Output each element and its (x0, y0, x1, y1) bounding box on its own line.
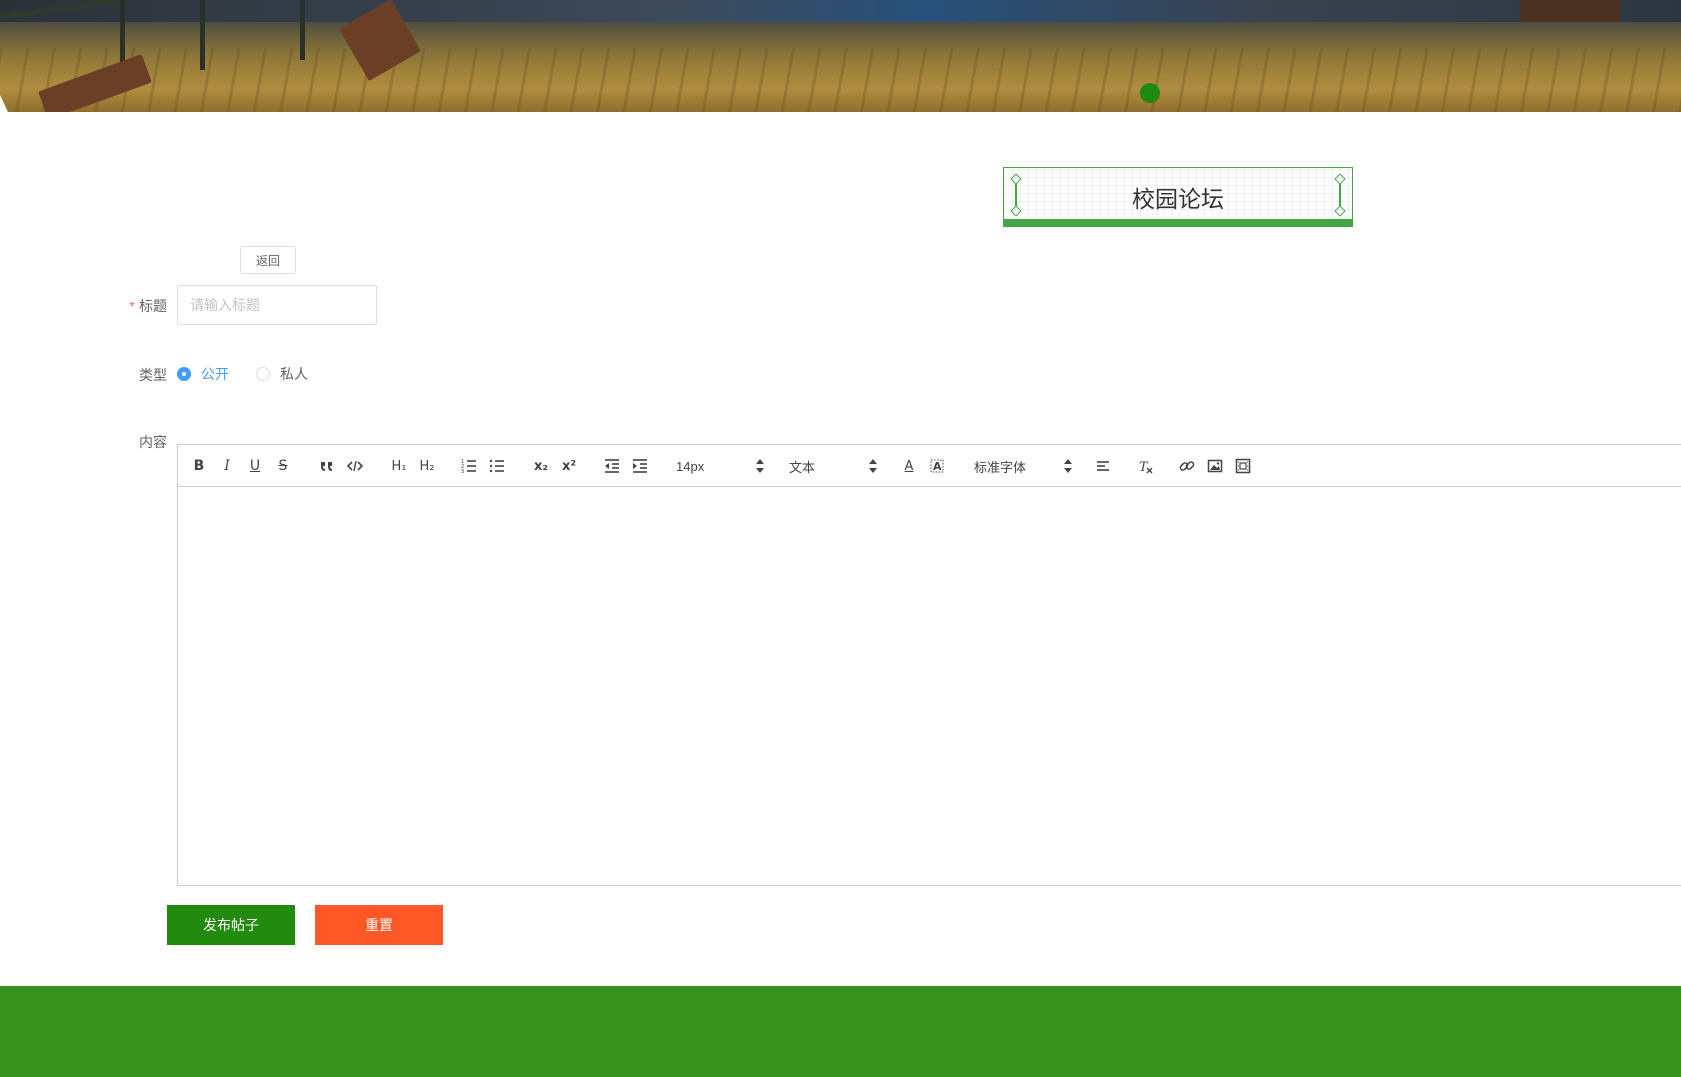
video-icon[interactable] (1232, 456, 1254, 476)
strike-icon[interactable]: S (272, 456, 294, 476)
banner-bench (1520, 0, 1620, 22)
rich-text-editor: B I U S H₁ H₂ 123 x₂ x² 14px 文本 A A 标准字体… (177, 444, 1681, 886)
radio-circle-icon (177, 367, 191, 381)
editor-toolbar: B I U S H₁ H₂ 123 x₂ x² 14px 文本 A A 标准字体… (178, 445, 1681, 487)
align-icon[interactable] (1092, 456, 1114, 476)
svg-text:3: 3 (461, 469, 464, 475)
back-button[interactable]: 返回 (240, 246, 296, 274)
select-arrow-icon (756, 459, 764, 473)
select-arrow-icon (1064, 459, 1072, 473)
subscript-icon[interactable]: x₂ (530, 456, 552, 476)
title-underline (1004, 219, 1352, 226)
title-input[interactable] (177, 285, 377, 325)
title-label: * 标题 (97, 296, 167, 316)
image-icon[interactable] (1204, 456, 1226, 476)
carousel-indicator[interactable] (1140, 83, 1160, 103)
page-footer (0, 986, 1681, 1077)
bold-icon[interactable]: B (188, 456, 210, 476)
banner-image (0, 0, 1681, 112)
radio-public[interactable]: 公开 (177, 364, 229, 384)
banner-post (200, 0, 205, 70)
site-title-box: 校园论坛 (1003, 167, 1353, 227)
underline-icon[interactable]: U (244, 456, 266, 476)
banner-corner (0, 95, 8, 112)
indent-icon[interactable] (629, 456, 651, 476)
superscript-icon[interactable]: x² (558, 456, 580, 476)
bullet-list-icon[interactable] (486, 456, 508, 476)
clear-format-icon[interactable]: T (1134, 456, 1156, 476)
editor-content-area[interactable] (178, 487, 1681, 885)
background-color-icon[interactable]: A (926, 456, 948, 476)
title-label-text: 标题 (139, 298, 167, 314)
reset-button[interactable]: 重置 (315, 905, 443, 945)
banner-ground (0, 48, 1681, 112)
radio-public-label: 公开 (201, 366, 229, 382)
h1-icon[interactable]: H₁ (388, 456, 410, 476)
header-select-value: 文本 (789, 459, 816, 475)
type-label: 类型 (139, 367, 167, 383)
ordered-list-icon[interactable]: 123 (458, 456, 480, 476)
outdent-icon[interactable] (601, 456, 623, 476)
font-family-value: 标准字体 (974, 459, 1027, 475)
font-color-icon[interactable]: A (898, 456, 920, 476)
required-mark: * (129, 298, 135, 314)
banner-post (300, 0, 305, 60)
banner-sky (0, 0, 1681, 22)
blockquote-icon[interactable] (316, 456, 338, 476)
font-family-select[interactable]: 标准字体 (974, 456, 1072, 476)
page-title: 校园论坛 (1132, 186, 1224, 212)
header-select[interactable]: 文本 (789, 456, 877, 476)
content-label: 内容 (139, 434, 167, 450)
font-size-select[interactable]: 14px (676, 456, 764, 476)
select-arrow-icon (869, 459, 877, 473)
font-size-value: 14px (676, 458, 705, 474)
radio-private-label: 私人 (280, 366, 308, 382)
h2-icon[interactable]: H₂ (416, 456, 438, 476)
code-block-icon[interactable] (344, 456, 366, 476)
radio-circle-icon (256, 367, 270, 381)
svg-text:A: A (933, 460, 942, 473)
link-icon[interactable] (1176, 456, 1198, 476)
radio-private[interactable]: 私人 (256, 364, 308, 384)
submit-post-button[interactable]: 发布帖子 (167, 905, 295, 945)
italic-icon[interactable]: I (216, 456, 238, 476)
